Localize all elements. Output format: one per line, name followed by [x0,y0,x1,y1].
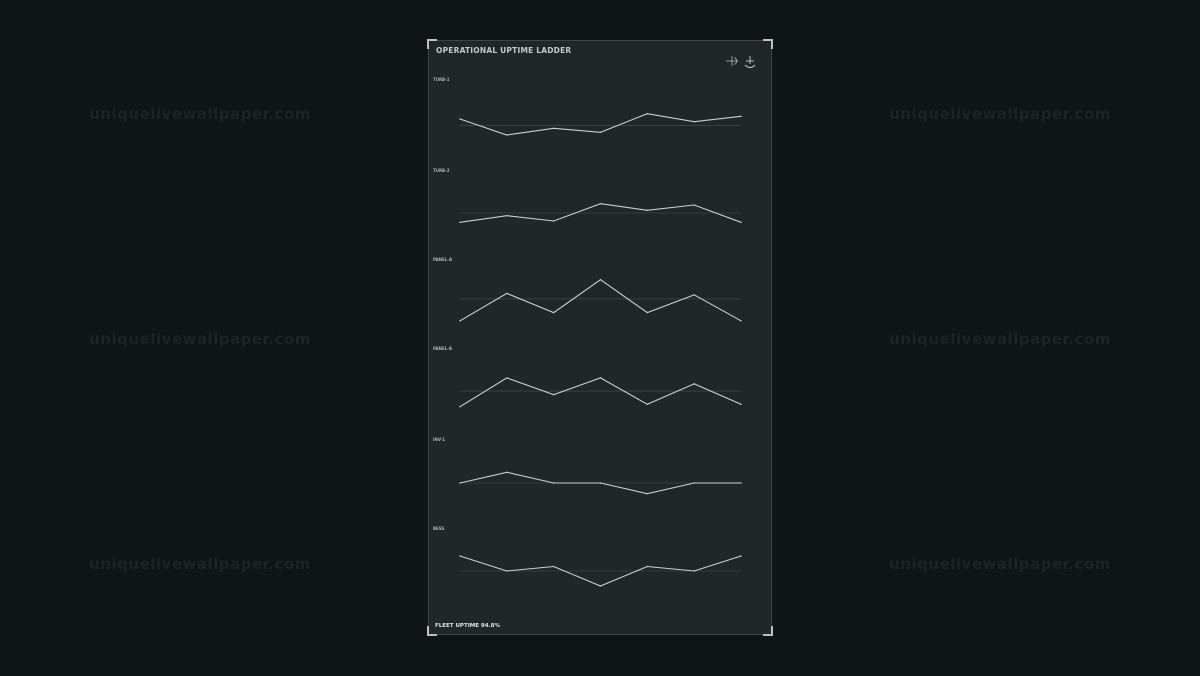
data-point [646,112,649,115]
watermark-text: uniquelivewallpaper.com [89,330,311,348]
data-point [693,204,695,206]
data-point [693,294,695,296]
series-group-panel-a: PANEL-A [433,257,742,322]
data-point [646,565,649,568]
data-point [646,492,649,495]
series-group-bess: BESS [433,526,742,587]
data-point [740,555,742,557]
data-point [599,585,602,587]
watermark-text: uniquelivewallpaper.com [889,555,1111,573]
line-plot: TURB-1 TURB-2 PANEL-A PANEL-B INV-1 BESS [433,77,742,587]
series-label: PANEL-A [433,257,453,262]
data-point [646,209,649,212]
data-point [506,471,508,474]
data-point [552,394,555,396]
data-point [459,118,461,120]
data-point [740,221,742,224]
series-label: PANEL-B [433,346,452,351]
series-line [459,279,742,322]
watermark-text: uniquelivewallpaper.com [889,105,1111,123]
data-point [552,127,555,130]
data-point [693,383,695,385]
watermark-text: uniquelivewallpaper.com [89,105,311,123]
data-point [506,134,508,136]
fleet-uptime-footer: FLEET UPTIME 94.8% [435,623,500,629]
series-group-panel-b: PANEL-B [433,346,742,408]
series-label: BESS [433,526,444,531]
data-point [693,482,695,484]
data-point [693,570,695,572]
data-point [740,403,742,406]
data-point [552,482,555,484]
data-point [646,311,649,314]
data-point [599,377,602,379]
data-point [599,202,602,205]
data-point [599,482,602,484]
data-point [740,320,742,322]
data-point [693,120,695,123]
chart-panel: OPERATIONAL UPTIME LADDER TURB-1 TURB-2 PA… [427,39,773,636]
data-point [459,482,461,484]
data-point [740,482,742,484]
data-point [740,115,742,118]
data-point [459,221,461,224]
data-point [459,406,461,408]
data-point [646,403,649,406]
data-point [506,214,508,217]
series-group-turb-1: TURB-1 [433,77,742,136]
data-point [552,565,555,568]
data-point [599,131,602,134]
watermark-text: uniquelivewallpaper.com [89,555,311,573]
data-point [459,555,461,557]
watermark-text: uniquelivewallpaper.com [889,330,1111,348]
data-point [599,279,602,281]
series-label: INV-1 [433,437,445,442]
data-point [459,320,461,322]
series-label: TURB-2 [433,168,450,173]
series-label: TURB-1 [433,77,450,82]
data-point [552,311,555,314]
data-point [506,570,508,572]
data-point [506,292,508,295]
series-group-inv-1: INV-1 [433,437,742,495]
data-point [506,377,508,379]
series-line [459,377,742,408]
series-group-turb-2: TURB-2 [433,168,742,224]
data-point [552,220,555,222]
